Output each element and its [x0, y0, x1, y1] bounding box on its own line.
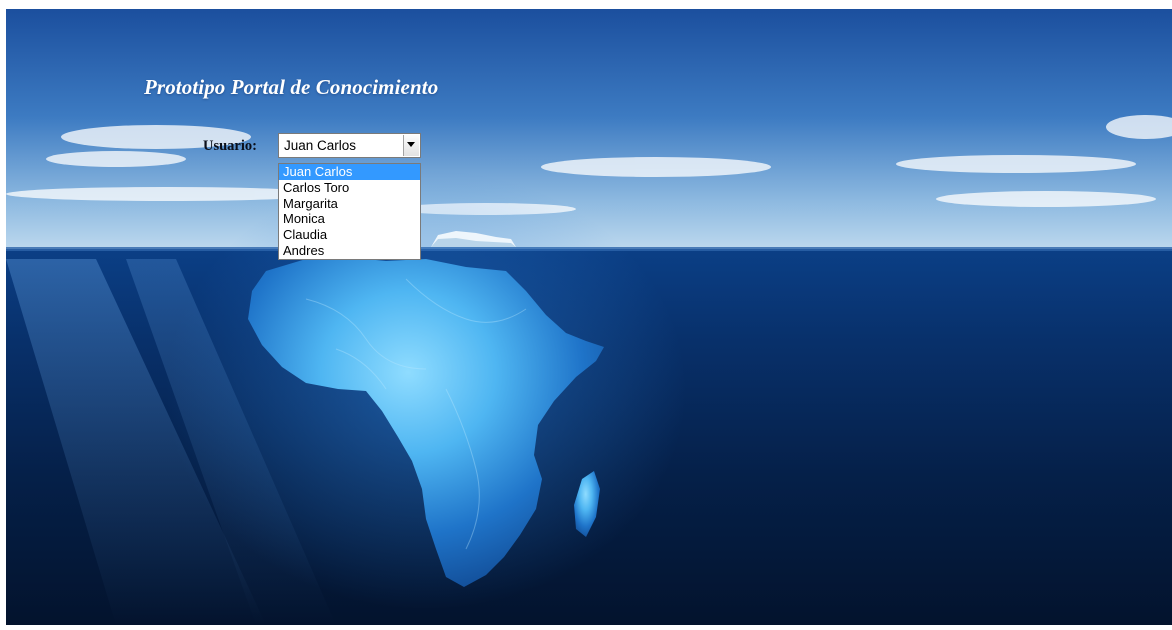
iceberg-background-image: [6, 9, 1172, 625]
user-option[interactable]: Andres: [279, 243, 420, 259]
user-option[interactable]: Monica: [279, 211, 420, 227]
page-title: Prototipo Portal de Conocimiento: [144, 75, 439, 99]
user-dropdown-list: Juan Carlos Carlos Toro Margarita Monica Cla…: [278, 163, 421, 260]
user-option[interactable]: Juan Carlos: [279, 164, 420, 180]
user-option[interactable]: Carlos Toro: [279, 180, 420, 196]
user-select[interactable]: Juan Carlos: [278, 133, 421, 158]
user-option[interactable]: Margarita: [279, 196, 420, 212]
user-option[interactable]: Claudia: [279, 227, 420, 243]
page-frame: Prototipo Portal de Conocimiento Usuario…: [6, 9, 1172, 625]
chevron-down-icon[interactable]: [403, 135, 419, 156]
user-label: Usuario:: [203, 138, 257, 154]
user-select-value: Juan Carlos: [284, 138, 357, 153]
